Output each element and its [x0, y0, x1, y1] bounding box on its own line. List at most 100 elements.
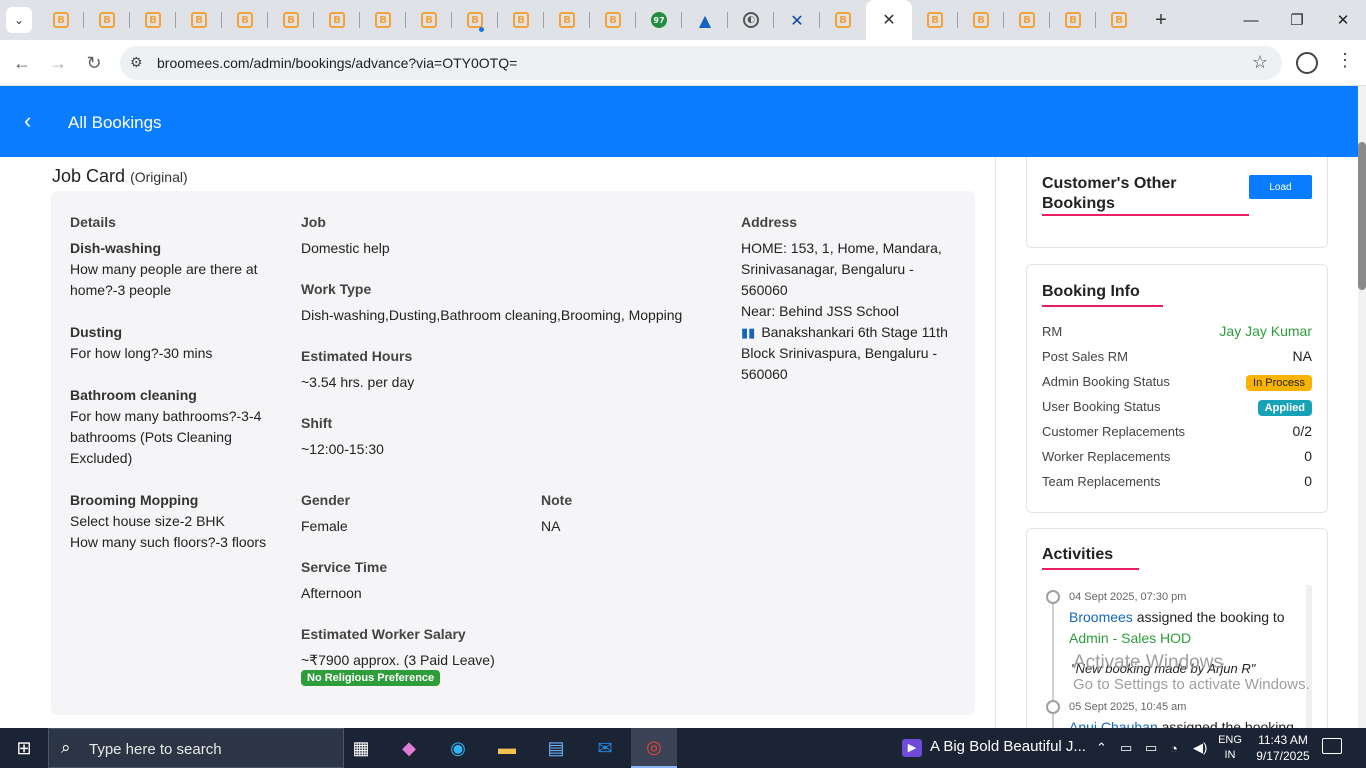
salary-value: ~₹7900 approx. (3 Paid Leave) — [301, 652, 495, 668]
reload-icon[interactable]: ↻ — [82, 51, 106, 75]
store-icon[interactable]: ▤ — [533, 728, 579, 768]
gender-label: Gender — [301, 492, 351, 508]
activities-scrollbar[interactable] — [1306, 585, 1312, 728]
browser-tab[interactable]: 97 — [636, 0, 682, 40]
detail-text: How many people are there at home?-3 peo… — [70, 261, 258, 298]
tab-activity-dot — [479, 27, 484, 32]
info-row-customer-replacements: Customer Replacements 0/2 — [1042, 422, 1312, 444]
scrollbar-thumb[interactable] — [1358, 142, 1366, 290]
browser-tab[interactable]: B — [360, 0, 406, 40]
bookmark-star-icon[interactable]: ☆ — [1252, 52, 1268, 73]
browser-tab[interactable]: B — [1004, 0, 1050, 40]
broomees-favicon-icon: B — [835, 12, 851, 28]
browser-tab[interactable]: B — [406, 0, 452, 40]
minimize-button[interactable]: — — [1228, 0, 1274, 40]
browser-tab[interactable]: B — [222, 0, 268, 40]
app-header: ‹ All Bookings — [0, 86, 1358, 157]
restore-button[interactable]: ❐ — [1274, 0, 1320, 40]
volume-icon[interactable]: ◀) — [1193, 728, 1207, 768]
tab-search-button[interactable]: ⌄ — [0, 0, 38, 40]
profile-icon[interactable] — [1296, 52, 1318, 74]
browser-tab[interactable]: B — [590, 0, 636, 40]
close-tab-icon[interactable]: ✕ — [882, 10, 895, 30]
taskbar-search-box[interactable]: ⌕ Type here to search — [48, 728, 344, 768]
wifi-icon[interactable]: ◔ — [1170, 728, 1178, 768]
browser-tab[interactable]: B — [130, 0, 176, 40]
chrome-icon[interactable]: ◎ — [631, 728, 677, 768]
grammarly-badge-icon: 97 — [651, 12, 667, 28]
broomees-favicon-icon: B — [375, 12, 391, 28]
activity-target-link[interactable]: Admin - Sales HOD — [1069, 630, 1191, 646]
forward-arrow-icon[interactable]: → — [46, 51, 70, 75]
new-tab-button[interactable]: + — [1148, 8, 1174, 32]
back-arrow-icon[interactable]: ← — [10, 51, 34, 75]
lang-top: ENG — [1218, 734, 1242, 746]
task-view-icon[interactable]: ▦ — [338, 728, 384, 768]
info-key: Admin Booking Status — [1042, 374, 1170, 389]
timeline-dot-icon — [1046, 590, 1060, 604]
activate-windows-subtitle: Go to Settings to activate Windows. — [1073, 676, 1310, 693]
outlook-icon[interactable]: ✉ — [582, 728, 628, 768]
browser-tab[interactable]: B — [498, 0, 544, 40]
tray-chevron-icon[interactable]: ⌃ — [1096, 728, 1107, 768]
broomees-favicon-icon: B — [283, 12, 299, 28]
browser-tab[interactable]: ✕ — [774, 0, 820, 40]
menu-kebab-icon[interactable]: ⋮ — [1336, 50, 1354, 71]
salary-label: Estimated Worker Salary — [301, 626, 466, 642]
address-map-link[interactable]: ▮▮ Banakshankari 6th Stage 11th Block Sri… — [741, 322, 956, 385]
info-row-post-sales-rm: Post Sales RM NA — [1042, 347, 1312, 369]
browser-tab[interactable]: B — [820, 0, 866, 40]
map-icon: ▮▮ — [741, 325, 756, 340]
media-widget[interactable]: ▶ A Big Bold Beautiful J... — [902, 738, 1086, 757]
close-window-button[interactable]: ✕ — [1320, 0, 1366, 40]
admin-status-badge: In Process — [1246, 375, 1312, 391]
info-row-rm: RM Jay Jay Kumar — [1042, 322, 1312, 344]
broomees-favicon-icon: B — [927, 12, 943, 28]
info-key: RM — [1042, 324, 1063, 339]
address-map-text: Banakshankari 6th Stage 11th Block Srini… — [741, 324, 948, 382]
battery-icon[interactable]: ▭ — [1145, 728, 1157, 768]
page-title[interactable]: All Bookings — [68, 113, 162, 133]
browser-tab[interactable]: B — [1096, 0, 1142, 40]
info-key: Post Sales RM — [1042, 349, 1128, 364]
booking-info-title: Booking Info — [1042, 283, 1140, 300]
activity-actor-link[interactable]: Broomees — [1069, 609, 1133, 625]
load-button[interactable]: Load — [1249, 175, 1312, 199]
browser-tab[interactable]: B — [84, 0, 130, 40]
broomees-favicon-icon: B — [1065, 12, 1081, 28]
browser-tab[interactable]: B — [958, 0, 1004, 40]
detail-title: Bathroom cleaning — [70, 387, 197, 403]
windows-start-icon[interactable]: ⊞ — [0, 728, 48, 768]
copilot-icon[interactable]: ◆ — [386, 728, 432, 768]
edge-icon[interactable]: ◉ — [435, 728, 481, 768]
browser-tab[interactable]: B — [38, 0, 84, 40]
job-value: Domestic help — [301, 240, 390, 256]
rm-link[interactable]: Jay Jay Kumar — [1219, 323, 1312, 339]
azure-icon: ▲ — [698, 10, 712, 30]
browser-tab-active[interactable]: ✕ — [866, 0, 912, 40]
browser-tab[interactable]: B — [176, 0, 222, 40]
browser-tab[interactable]: B — [1050, 0, 1096, 40]
browser-tab[interactable]: ◐ — [728, 0, 774, 40]
browser-tab[interactable]: ▲ — [682, 0, 728, 40]
page-scrollbar[interactable] — [1358, 86, 1366, 728]
broomees-favicon-icon: B — [191, 12, 207, 28]
address-bar[interactable]: ⚙ broomees.com/admin/bookings/advance?vi… — [120, 46, 1282, 80]
job-card-title-text: Job Card — [52, 166, 126, 186]
browser-tab[interactable]: B — [452, 0, 498, 40]
browser-tab[interactable]: B — [268, 0, 314, 40]
notification-icon[interactable] — [1322, 738, 1342, 754]
activity-actor-link[interactable]: Anuj Chauhan — [1069, 719, 1158, 728]
browser-tab[interactable]: B — [314, 0, 360, 40]
clock-time: 11:43 AM — [1258, 733, 1308, 747]
file-explorer-icon[interactable]: ▬ — [484, 728, 530, 768]
taskbar-clock[interactable]: 11:43 AM 9/17/2025 — [1252, 732, 1314, 764]
meet-icon[interactable]: ▭ — [1120, 728, 1132, 768]
browser-tab[interactable]: B — [912, 0, 958, 40]
activity-action: assigned the booking — [1161, 719, 1294, 728]
browser-tab[interactable]: B — [544, 0, 590, 40]
language-indicator[interactable]: ENG IN — [1214, 733, 1246, 763]
url-text[interactable]: broomees.com/admin/bookings/advance?via=… — [157, 55, 517, 71]
site-settings-icon[interactable]: ⚙ — [130, 54, 143, 71]
chevron-left-icon[interactable]: ‹ — [24, 108, 31, 134]
